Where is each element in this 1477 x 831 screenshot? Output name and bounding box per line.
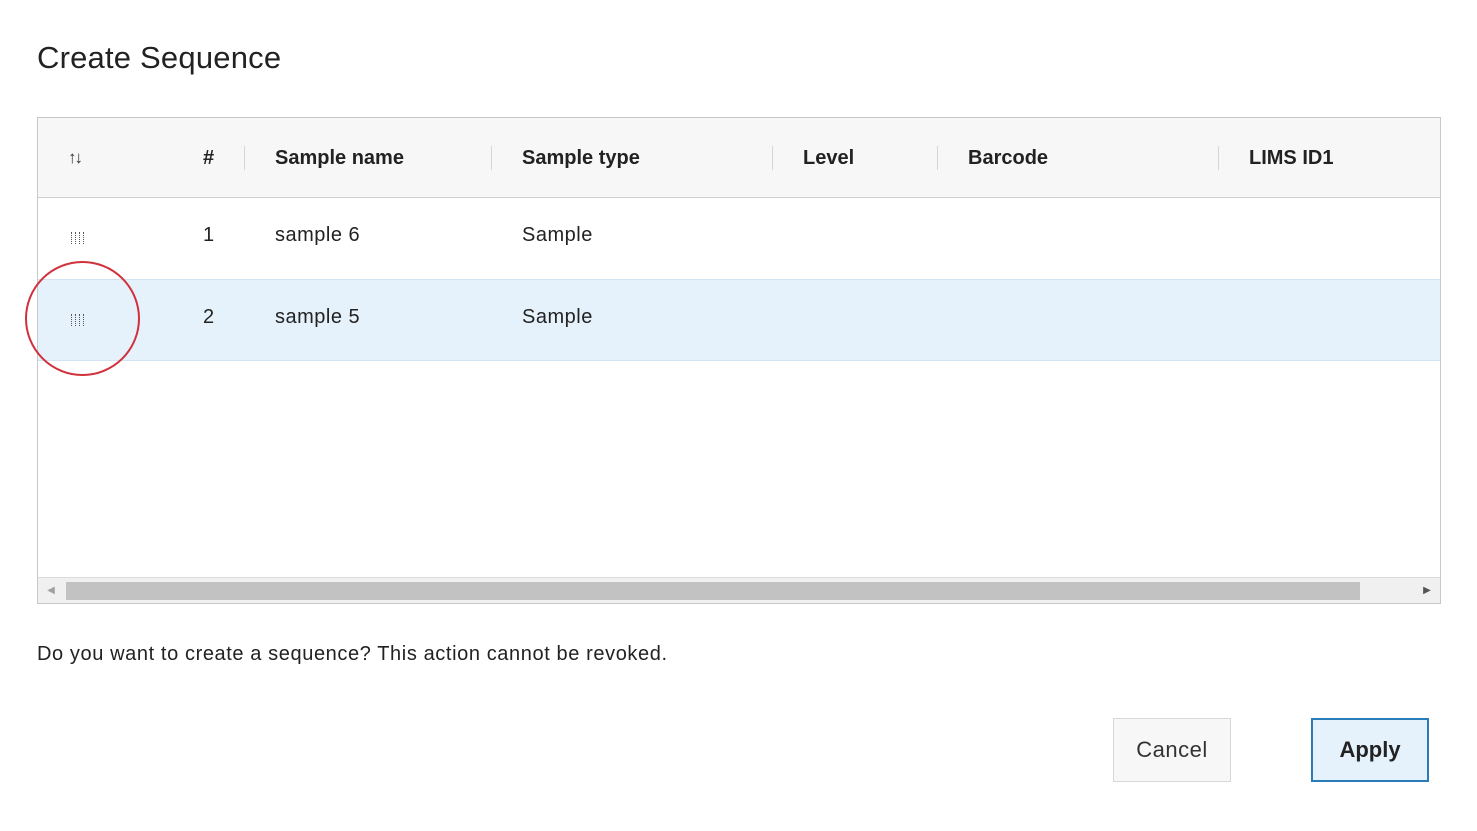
sequence-table: ↑↓ # Sample name Sample type Level Barco… [37,117,1441,604]
apply-button[interactable]: Apply [1311,718,1429,782]
scroll-right-arrow-icon[interactable]: ▶ [1414,578,1440,603]
column-header-level[interactable]: Level [803,118,854,198]
drag-handle-icon[interactable] [71,232,89,244]
table-row-selected[interactable]: 2 sample 5 Sample [38,279,1440,361]
column-divider[interactable] [491,146,492,170]
create-sequence-dialog: Create Sequence ↑↓ # Sample name Sample … [0,0,1477,831]
cancel-button[interactable]: Cancel [1113,718,1231,782]
cell-sample-name: sample 6 [275,224,361,246]
confirmation-message: Do you want to create a sequence? This a… [37,643,668,665]
cell-sample-type: Sample [522,224,593,246]
sort-arrows-icon[interactable]: ↑↓ [68,118,83,198]
column-divider[interactable] [772,146,773,170]
column-divider[interactable] [244,146,245,170]
cell-sample-type: Sample [522,306,593,328]
column-header-sample-name[interactable]: Sample name [275,118,404,198]
scroll-left-arrow-icon[interactable]: ◀ [38,578,64,603]
column-header-sample-type[interactable]: Sample type [522,118,640,198]
column-divider[interactable] [1218,146,1219,170]
cell-index: 2 [203,306,215,328]
column-header-index[interactable]: # [203,118,214,198]
table-header: ↑↓ # Sample name Sample type Level Barco… [38,118,1440,198]
cell-sample-name: sample 5 [275,306,361,328]
table-row[interactable]: 1 sample 6 Sample [38,198,1440,280]
drag-handle-icon[interactable] [71,314,89,326]
column-header-barcode[interactable]: Barcode [968,118,1048,198]
horizontal-scrollbar[interactable]: ◀ ▶ [38,577,1440,603]
column-header-lims-id1[interactable]: LIMS ID1 [1249,118,1333,198]
scrollbar-thumb[interactable] [66,582,1360,600]
cell-index: 1 [203,224,215,246]
column-divider[interactable] [937,146,938,170]
dialog-title: Create Sequence [37,40,282,75]
